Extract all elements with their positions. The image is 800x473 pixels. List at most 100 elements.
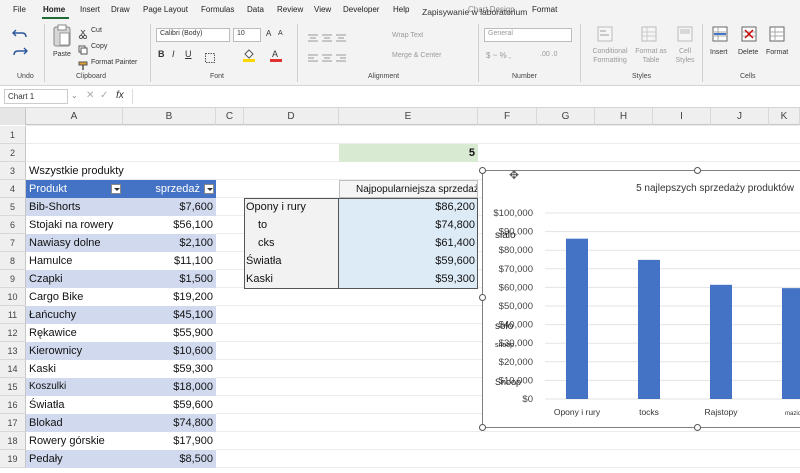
table-cell-product[interactable]: Rękawice [26,324,123,342]
column-header-d[interactable]: D [244,108,339,125]
top5-cell-sales[interactable]: $59,600 [339,252,478,270]
tab-home[interactable]: Home [43,5,65,14]
table-cell-sales[interactable]: $10,600 [123,342,216,360]
paste-icon[interactable] [52,24,72,53]
format-cells-button[interactable]: Format [766,49,788,56]
row-header-16[interactable]: 16 [0,396,26,414]
table-cell-product[interactable]: Pedały [26,450,123,468]
chart-resize-handle[interactable] [479,294,486,301]
tab-help[interactable]: Help [393,5,409,14]
chart-bar[interactable] [638,259,660,399]
top5-cell-product[interactable]: cks [244,234,339,252]
format-painter-button[interactable]: Format Painter [91,59,137,66]
row-header-11[interactable]: 11 [0,306,26,324]
table-cell-sales[interactable]: $8,500 [123,450,216,468]
column-header-j[interactable]: J [711,108,769,125]
top5-cell-sales[interactable]: $86,200 [339,198,478,216]
row-header-6[interactable]: 6 [0,216,26,234]
tab-page-layout[interactable]: Page Layout [143,5,188,14]
column-header-i[interactable]: I [653,108,711,125]
table-cell-product[interactable]: Koszulki [26,378,123,396]
row-header-2[interactable]: 2 [0,144,26,162]
table-cell-sales[interactable]: $17,900 [123,432,216,450]
redo-icon[interactable] [12,44,28,62]
column-header-e[interactable]: E [339,108,478,125]
insert-cells-icon[interactable] [712,26,728,47]
row-header-1[interactable]: 1 [0,126,26,144]
table-cell-sales[interactable]: $1,500 [123,270,216,288]
row-header-3[interactable]: 3 [0,162,26,180]
filter-dropdown-icon[interactable] [111,184,121,194]
table-cell-product[interactable]: Kaski [26,360,123,378]
tab-developer[interactable]: Developer [343,5,379,14]
name-box-dropdown-icon[interactable]: ⌄ [71,91,78,100]
row-header-12[interactable]: 12 [0,324,26,342]
table-cell-sales[interactable]: $74,800 [123,414,216,432]
row-header-5[interactable]: 5 [0,198,26,216]
column-header-b[interactable]: B [123,108,216,125]
name-box[interactable]: Chart 1 [4,89,68,104]
table-cell-sales[interactable]: $56,100 [123,216,216,234]
table-cell-product[interactable]: Cargo Bike [26,288,123,306]
column-header-k[interactable]: K [769,108,800,125]
row-header-8[interactable]: 8 [0,252,26,270]
enter-formula-icon[interactable]: ✓ [100,90,108,101]
format-as-table-button[interactable]: Format as Table [634,47,668,65]
table-cell-product[interactable]: Bib-Shorts [26,198,123,216]
copy-button[interactable]: Copy [91,43,107,50]
decimal-icon[interactable]: .00 .0 [540,51,558,58]
italic-icon[interactable]: I [172,49,175,59]
table-cell-product[interactable]: Nawiasy dolne [26,234,123,252]
conditional-formatting-icon[interactable] [597,26,613,47]
table-cell-product[interactable]: Blokad [26,414,123,432]
table-cell-sales[interactable]: $2,100 [123,234,216,252]
table-cell-sales[interactable]: $7,600 [123,198,216,216]
tab-draw[interactable]: Draw [111,5,130,14]
format-as-table-icon[interactable] [641,26,657,47]
column-header-f[interactable]: F [478,108,537,125]
select-all-corner[interactable] [0,108,26,125]
top5-header[interactable]: Najpopularniejsza sprzedaż produktów S [339,180,478,198]
align-top-icon[interactable] [307,30,347,48]
table-header-product[interactable]: Produkt [26,180,123,198]
top5-cell-sales[interactable]: $74,800 [339,216,478,234]
accounting-format-icon[interactable]: $ ~ % , [486,51,511,60]
tab-review[interactable]: Review [277,5,303,14]
table-cell-sales[interactable]: $55,900 [123,324,216,342]
column-header-a[interactable]: A [26,108,123,125]
top5-cell-sales[interactable]: $61,400 [339,234,478,252]
table-cell-product[interactable]: Światła [26,396,123,414]
borders-icon[interactable] [205,50,215,68]
table-cell-product[interactable]: Rowery górskie [26,432,123,450]
font-name-select[interactable]: Calibri (Body) [156,28,230,42]
cell-styles-button[interactable]: Cell Styles [672,47,698,65]
table-cell-product[interactable]: Łańcuchy [26,306,123,324]
table-cell-sales[interactable]: $18,000 [123,378,216,396]
chart-resize-handle[interactable] [479,424,486,431]
paste-button[interactable]: Paste [53,51,71,58]
table-cell-product[interactable]: Stojaki na rowery [26,216,123,234]
top5-cell-sales[interactable]: $59,300 [339,270,478,288]
tab-format[interactable]: Format [532,5,557,14]
table-header-sales[interactable]: sprzedaż [123,180,216,198]
merge-center-button[interactable]: Merge & Center [392,52,441,59]
chart-bar[interactable] [782,288,800,399]
cell-a3-title[interactable]: Wszystkie produkty [29,162,209,180]
table-cell-product[interactable]: Kierownicy [26,342,123,360]
align-left-icon[interactable] [307,50,347,68]
undo-icon[interactable] [12,26,28,44]
row-header-13[interactable]: 13 [0,342,26,360]
chart-resize-handle[interactable] [479,167,486,174]
table-cell-sales[interactable]: $19,200 [123,288,216,306]
row-header-15[interactable]: 15 [0,378,26,396]
table-cell-sales[interactable]: $59,600 [123,396,216,414]
format-cells-icon[interactable] [769,26,785,47]
fx-icon[interactable]: fx [116,90,124,101]
table-cell-sales[interactable]: $45,100 [123,306,216,324]
chart-resize-handle[interactable] [694,167,701,174]
tab-formulas[interactable]: Formulas [201,5,234,14]
row-header-4[interactable]: 4 [0,180,26,198]
wrap-text-button[interactable]: Wrap Text [392,32,423,39]
table-cell-sales[interactable]: $11,100 [123,252,216,270]
tab-view[interactable]: View [314,5,331,14]
